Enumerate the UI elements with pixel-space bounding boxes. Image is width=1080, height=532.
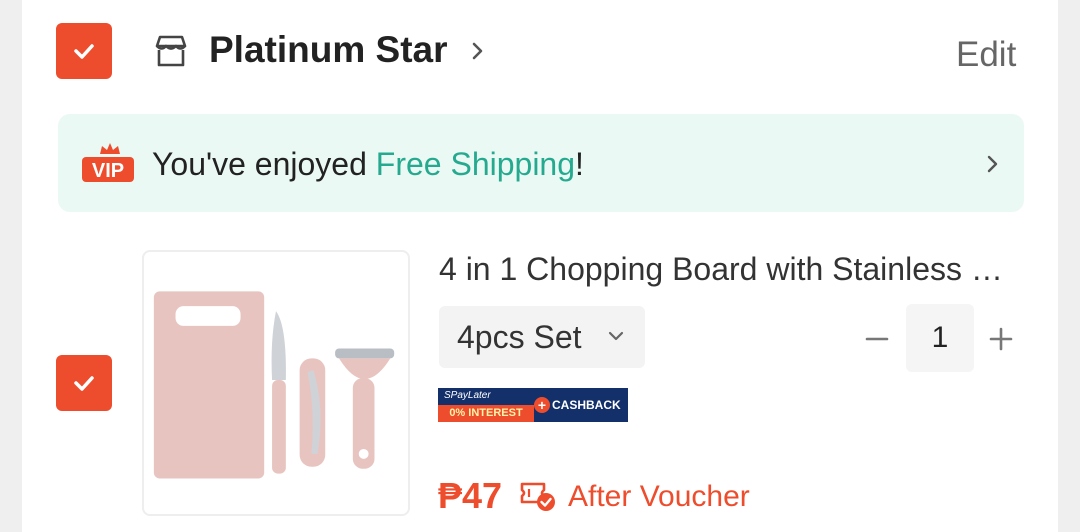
check-icon — [74, 376, 94, 391]
shipping-text-prefix: You've enjoyed — [152, 146, 376, 182]
chevron-right-icon[interactable] — [470, 40, 486, 62]
after-voucher-label: After Voucher — [568, 480, 750, 513]
quantity-input[interactable]: 1 — [906, 304, 974, 372]
check-icon — [74, 44, 94, 59]
chopping-board-set-image — [153, 291, 395, 479]
shipping-text-highlight: Free Shipping — [375, 146, 576, 182]
edit-button[interactable]: Edit — [956, 34, 1016, 76]
store-icon — [155, 35, 187, 67]
shipping-message: You've enjoyed Free Shipping! — [152, 144, 584, 184]
zero-interest-text: 0% INTEREST — [438, 405, 534, 422]
item-select-checkbox[interactable] — [56, 355, 112, 411]
product-price: ₱47 — [438, 475, 503, 516]
vip-crown-icon: VIP — [82, 143, 134, 182]
variant-dropdown[interactable]: 4pcs Set — [439, 306, 645, 368]
plus-badge-icon: + — [534, 397, 550, 413]
product-title[interactable]: 4 in 1 Chopping Board with Stainless Ste… — [439, 249, 1023, 289]
vip-label: VIP — [92, 160, 124, 182]
chevron-down-icon — [608, 331, 624, 341]
voucher-ticket-icon — [520, 482, 555, 511]
spaylater-text: SPayLater — [444, 390, 491, 401]
chevron-right-icon — [987, 155, 998, 173]
shop-name-link[interactable]: Platinum Star — [209, 28, 448, 72]
minus-icon[interactable] — [862, 324, 892, 354]
free-shipping-banner[interactable]: VIP You've enjoyed Free Shipping! — [58, 114, 1024, 212]
cashback-label: + CASHBACK — [534, 388, 628, 422]
plus-icon[interactable] — [986, 324, 1016, 354]
product-image[interactable] — [142, 250, 410, 516]
cashback-text: CASHBACK — [552, 398, 621, 412]
variant-label: 4pcs Set — [457, 319, 582, 355]
spaylater-label: SPayLater 0% INTEREST — [438, 388, 534, 422]
shipping-text-suffix: ! — [575, 146, 584, 182]
cart-shop-card: Platinum Star Edit VIP You've enjoyed Fr… — [22, 0, 1058, 532]
spaylater-cashback-badge: SPayLater 0% INTEREST + CASHBACK — [438, 388, 628, 422]
shop-select-checkbox[interactable] — [56, 23, 112, 79]
